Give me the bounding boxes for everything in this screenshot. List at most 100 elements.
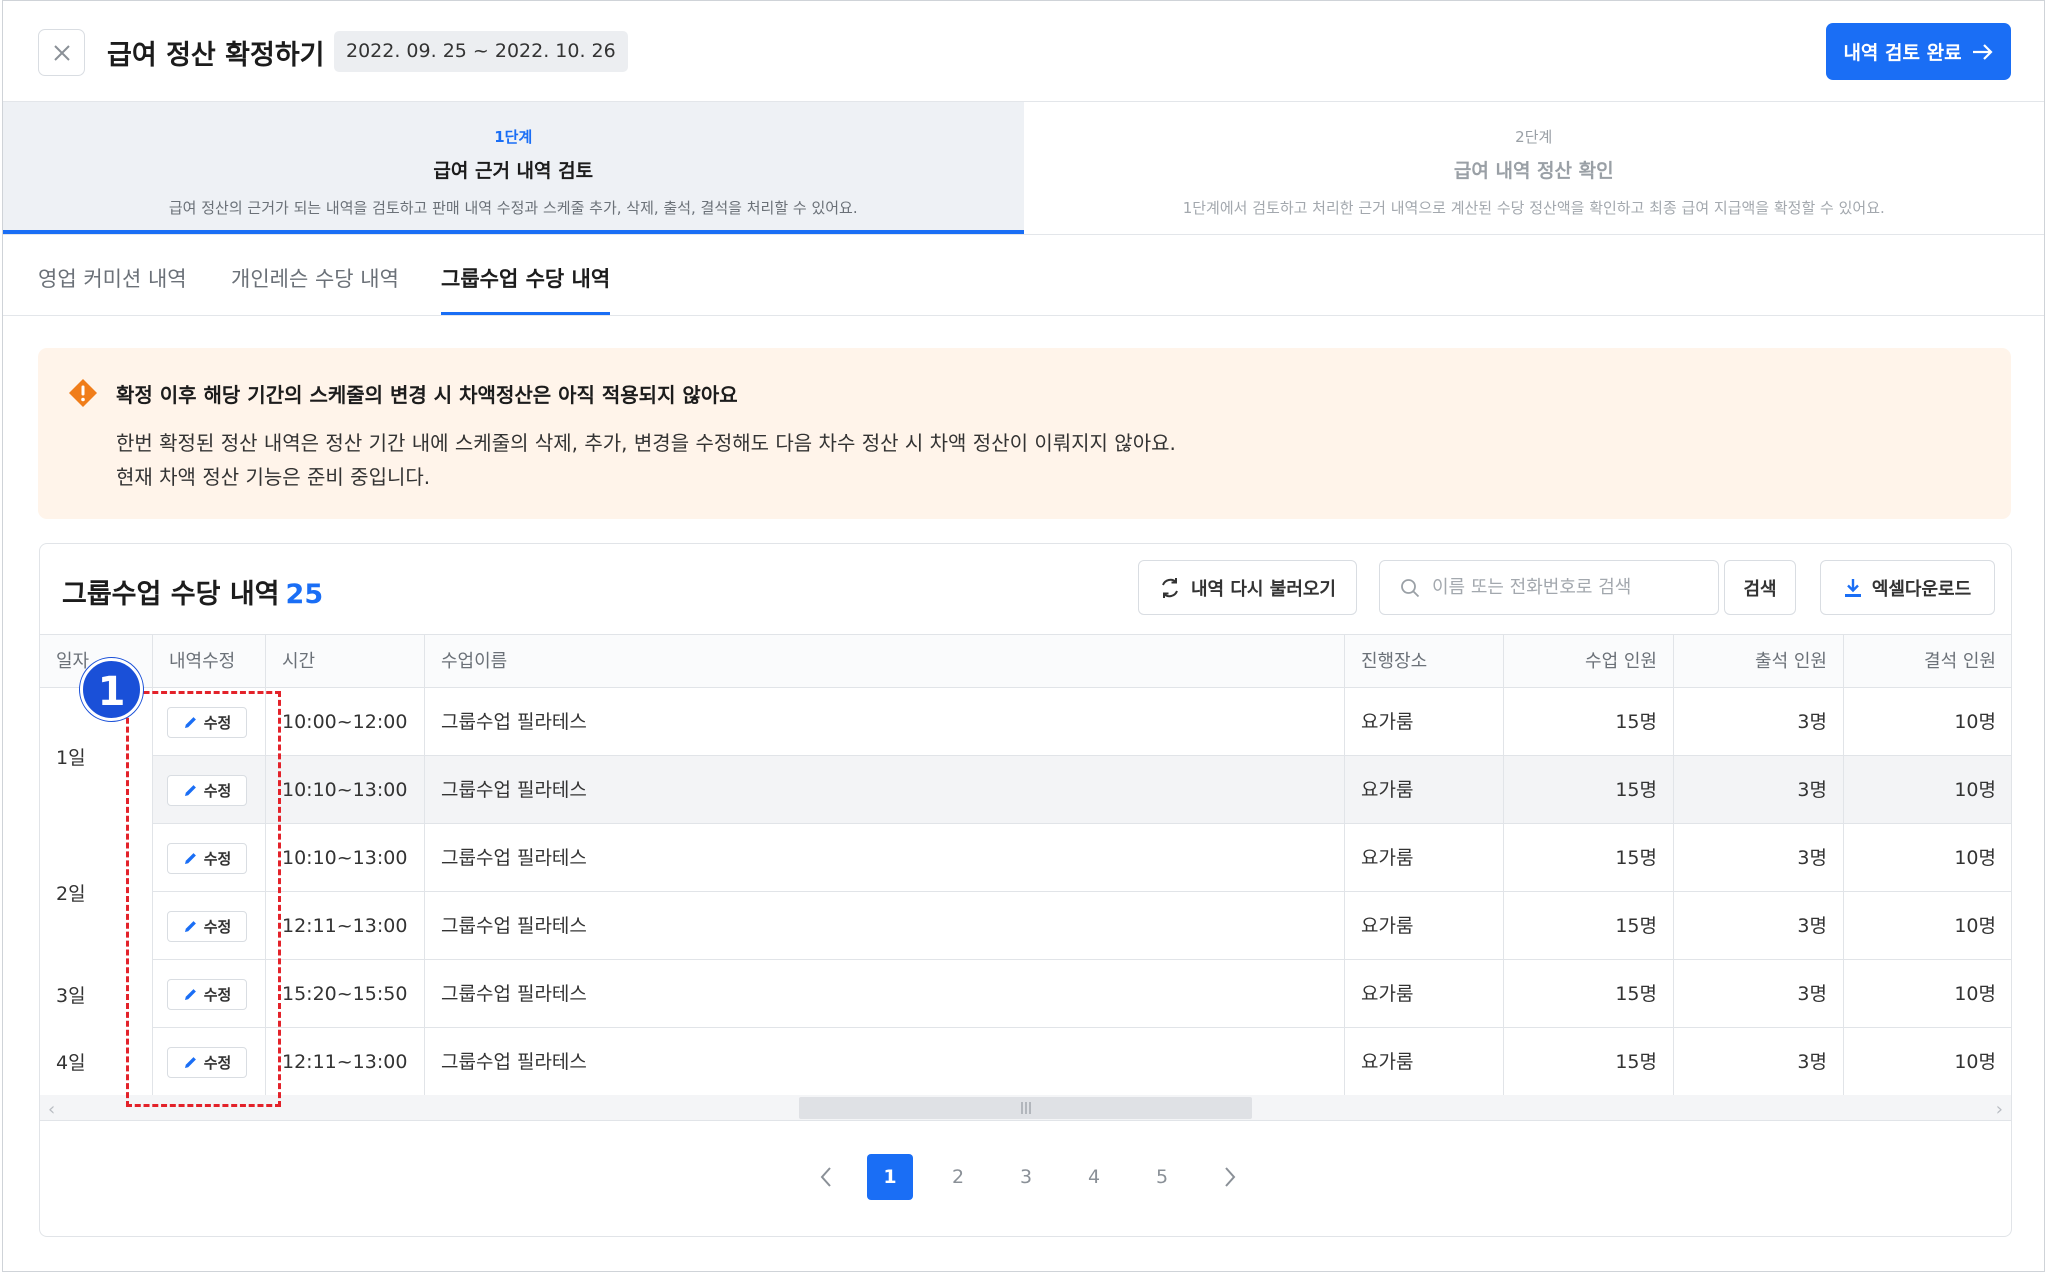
card-title-text: 그룹수업 수당 내역 (62, 579, 280, 610)
place-cell: 요가룸 (1345, 756, 1504, 824)
excel-download-label: 엑셀다운로드 (1871, 578, 1972, 600)
step-1[interactable]: 1단계 급여 근거 내역 검토 급여 정산의 근거가 되는 내역을 검토하고 판… (3, 102, 1024, 234)
annotation-highlight-box (126, 691, 281, 1107)
arrow-right-icon (1972, 43, 1993, 60)
warning-icon (69, 379, 97, 407)
prev-page-button[interactable] (803, 1154, 849, 1200)
tab-personal-lesson[interactable]: 개인레슨 수당 내역 (231, 263, 399, 315)
excel-download-button[interactable]: 엑셀다운로드 (1820, 560, 1995, 615)
annotation-badge: 1 (80, 658, 143, 721)
scrollbar-thumb[interactable] (799, 1097, 1252, 1119)
chevron-left-icon (820, 1167, 831, 1187)
step-description: 1단계에서 검토하고 처리한 근거 내역으로 계산된 수당 정산액을 확인하고 … (1182, 199, 1885, 217)
place-cell: 요가룸 (1345, 892, 1504, 960)
class-name-cell: 그룹수업 필라테스 (425, 1028, 1345, 1096)
notice-banner: 확정 이후 해당 기간의 스케줄의 변경 시 차액정산은 아직 적용되지 않아요… (38, 348, 2011, 519)
next-page-button[interactable] (1207, 1154, 1253, 1200)
capacity-cell: 15명 (1504, 756, 1674, 824)
time-cell: 15:20~15:50 (266, 960, 425, 1028)
col-attendance: 출석 인원 (1674, 635, 1844, 689)
col-capacity: 수업 인원 (1504, 635, 1674, 689)
col-edit: 내역수정 (153, 635, 266, 689)
capacity-cell: 15명 (1504, 688, 1674, 756)
place-cell: 요가룸 (1345, 960, 1504, 1028)
attendance-cell: 3명 (1674, 756, 1844, 824)
absence-cell: 10명 (1954, 915, 1996, 937)
table-row: 수정 10:10~13:00 그룹수업 필라테스 요가룸 15명 3명 10명 (40, 756, 2011, 824)
card-title: 그룹수업 수당 내역 25 (62, 572, 323, 611)
step-description: 급여 정산의 근거가 되는 내역을 검토하고 판매 내역 수정과 스케줄 추가,… (168, 199, 858, 217)
scroll-left-icon[interactable]: ‹ (48, 1099, 55, 1120)
step-2[interactable]: 2단계 급여 내역 정산 확인 1단계에서 검토하고 처리한 근거 내역으로 계… (1024, 102, 2045, 234)
attendance-cell: 3명 (1674, 688, 1844, 756)
class-name-cell: 그룹수업 필라테스 (425, 892, 1345, 960)
table-row: 수정 12:11~13:00 그룹수업 필라테스 요가룸 15명 3명 10명 (40, 1028, 2011, 1096)
step-number: 2단계 (1515, 128, 1553, 146)
capacity-cell: 15명 (1504, 824, 1674, 892)
close-button[interactable] (38, 29, 85, 76)
step-indicator: 1단계 급여 근거 내역 검토 급여 정산의 근거가 되는 내역을 검토하고 판… (3, 102, 2044, 235)
tab-bar: 영업 커미션 내역 개인레슨 수당 내역 그룹수업 수당 내역 (3, 235, 2044, 316)
refresh-icon (1162, 577, 1178, 598)
class-name-cell: 그룹수업 필라테스 (425, 756, 1345, 824)
class-name-cell: 그룹수업 필라테스 (425, 688, 1345, 756)
horizontal-scrollbar[interactable]: ‹ › (40, 1095, 2011, 1121)
place-cell: 요가룸 (1345, 824, 1504, 892)
absence-cell: 10명 (1954, 711, 1996, 733)
notice-title: 확정 이후 해당 기간의 스케줄의 변경 시 차액정산은 아직 적용되지 않아요 (116, 383, 738, 407)
table-row: 수정 10:00~12:00 그룹수업 필라테스 요가룸 15명 3명 10명 (40, 688, 2011, 756)
reload-label: 내역 다시 불러오기 (1190, 578, 1336, 600)
page-5[interactable]: 5 (1139, 1154, 1185, 1200)
group-class-card: 그룹수업 수당 내역25 내역 다시 불러오기 검색 엑셀다운로드 일자 내역수… (39, 543, 2012, 1237)
col-time: 시간 (266, 635, 425, 689)
table-row: 수정 12:11~13:00 그룹수업 필라테스 요가룸 15명 3명 10명 (40, 892, 2011, 960)
page-1[interactable]: 1 (867, 1154, 913, 1200)
search-input[interactable] (1432, 577, 1702, 598)
grip-icon (1020, 1102, 1031, 1114)
page-4[interactable]: 4 (1071, 1154, 1117, 1200)
notice-line-2: 현재 차액 정산 기능은 준비 중입니다. (116, 465, 431, 489)
capacity-cell: 15명 (1504, 892, 1674, 960)
search-box (1379, 560, 1719, 615)
scroll-right-icon[interactable]: › (1996, 1099, 2003, 1120)
step-title: 급여 내역 정산 확인 (1453, 160, 1614, 182)
table-row: 수정 15:20~15:50 그룹수업 필라테스 요가룸 15명 3명 10명 (40, 960, 2011, 1028)
attendance-cell: 3명 (1674, 892, 1844, 960)
time-cell: 12:11~13:00 (266, 892, 425, 960)
capacity-cell: 15명 (1504, 960, 1674, 1028)
page-3[interactable]: 3 (1003, 1154, 1049, 1200)
col-class-name: 수업이름 (425, 635, 1345, 689)
period-chip: 2022. 09. 25 ~ 2022. 10. 26 (334, 31, 628, 72)
pagination: 1 2 3 4 5 (40, 1154, 2011, 1204)
tab-sales-commission[interactable]: 영업 커미션 내역 (38, 263, 187, 315)
chevron-right-icon (1225, 1167, 1236, 1187)
tab-group-class[interactable]: 그룹수업 수당 내역 (441, 263, 611, 315)
absence-cell: 10명 (1954, 983, 1996, 1005)
step-number: 1단계 (494, 128, 533, 146)
place-cell: 요가룸 (1345, 688, 1504, 756)
absence-cell: 10명 (1954, 847, 1996, 869)
time-cell: 10:00~12:00 (266, 688, 425, 756)
top-header: 급여 정산 확정하기 2022. 09. 25 ~ 2022. 10. 26 내… (3, 1, 2044, 102)
time-cell: 10:10~13:00 (266, 756, 425, 824)
review-done-button[interactable]: 내역 검토 완료 (1826, 23, 2011, 80)
absence-cell: 10명 (1954, 779, 1996, 801)
attendance-cell: 3명 (1674, 824, 1844, 892)
search-button[interactable]: 검색 (1724, 560, 1796, 615)
table-row: 수정 10:10~13:00 그룹수업 필라테스 요가룸 15명 3명 10명 (40, 824, 2011, 892)
page-title: 급여 정산 확정하기 (107, 40, 325, 71)
table-header: 일자 내역수정 시간 수업이름 진행장소 수업 인원 출석 인원 결석 인원 (40, 634, 2011, 689)
download-icon (1844, 578, 1861, 597)
close-icon (53, 44, 70, 61)
time-cell: 12:11~13:00 (266, 1028, 425, 1096)
review-done-label: 내역 검토 완료 (1843, 42, 1962, 64)
reload-button[interactable]: 내역 다시 불러오기 (1138, 560, 1357, 615)
col-place: 진행장소 (1345, 635, 1504, 689)
place-cell: 요가룸 (1345, 1028, 1504, 1096)
notice-line-1: 한번 확정된 정산 내역은 정산 기간 내에 스케줄의 삭제, 추가, 변경을 … (116, 431, 1176, 455)
step-title: 급여 근거 내역 검토 (433, 160, 594, 182)
class-name-cell: 그룹수업 필라테스 (425, 960, 1345, 1028)
time-cell: 10:10~13:00 (266, 824, 425, 892)
capacity-cell: 15명 (1504, 1028, 1674, 1096)
page-2[interactable]: 2 (935, 1154, 981, 1200)
